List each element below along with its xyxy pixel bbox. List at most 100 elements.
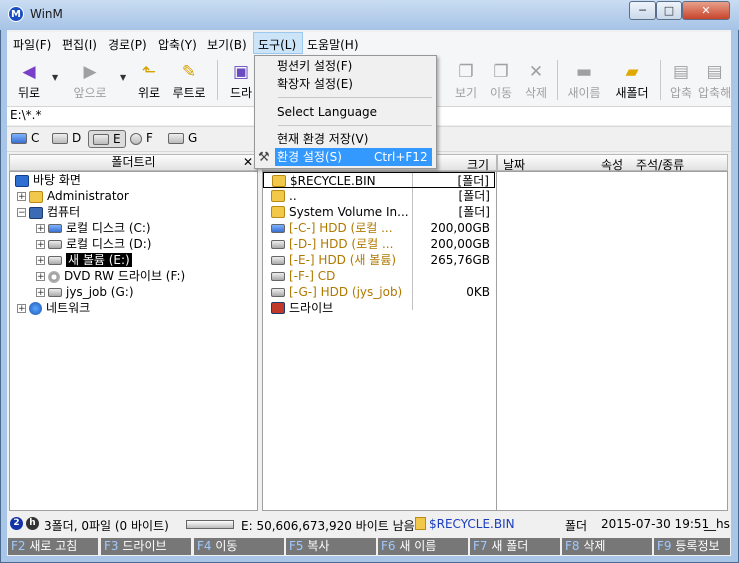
tree-close-icon[interactable]: ✕ xyxy=(243,155,253,169)
root-pencil-icon: ✎ xyxy=(181,62,197,82)
network-icon xyxy=(29,302,42,315)
f7-new-folder-button[interactable]: F7 새 폴더 xyxy=(470,538,560,555)
menu-compress[interactable]: 압축(Y) xyxy=(158,36,197,53)
minimize-button[interactable]: ─ xyxy=(629,1,656,20)
file-row[interactable]: $RECYCLE.BIN [폴더] xyxy=(263,172,495,188)
file-row[interactable]: [-F-] CD xyxy=(263,268,495,284)
menu-environment-settings[interactable]: 환경 설정(S) xyxy=(277,148,342,166)
expand-icon[interactable]: + xyxy=(36,224,45,234)
new-folder-button[interactable]: ▰ 새폴더 xyxy=(610,62,654,104)
move-icon: ❐ xyxy=(493,62,509,82)
menu-file[interactable]: 파일(F) xyxy=(13,36,51,53)
tree-item-administrator[interactable]: + Administrator xyxy=(17,188,129,204)
collapse-icon[interactable]: − xyxy=(17,208,26,218)
menu-save-environment[interactable]: 현재 환경 저장(V) xyxy=(277,130,368,148)
status-attributes: __hs xyxy=(704,517,730,531)
expand-icon[interactable]: + xyxy=(36,288,45,298)
drives-icon xyxy=(271,302,285,314)
dvd-drive-icon xyxy=(130,132,142,145)
menu-select-language[interactable]: Select Language xyxy=(277,103,377,121)
forward-arrow-icon: ▶ xyxy=(83,62,97,82)
f3-drive-button[interactable]: F3 드라이브 xyxy=(101,538,191,555)
menu-path[interactable]: 경로(P) xyxy=(108,36,147,53)
file-row[interactable]: 드라이브 xyxy=(263,300,495,316)
file-row[interactable]: System Volume In... [폴더] xyxy=(263,204,495,220)
drive-c[interactable]: C xyxy=(11,130,39,148)
rename-button[interactable]: ▬ 새이름 xyxy=(562,62,606,104)
menu-help[interactable]: 도움말(H) xyxy=(307,36,359,53)
tree-item-network[interactable]: + 네트워크 xyxy=(17,300,90,316)
expand-icon[interactable]: + xyxy=(36,272,45,282)
expand-icon[interactable]: + xyxy=(36,256,45,266)
root-button[interactable]: ✎ 루트로 xyxy=(167,62,211,104)
f9-properties-button[interactable]: F9 등록정보 xyxy=(654,538,730,555)
app-icon[interactable]: M xyxy=(8,6,24,22)
new-folder-label: 새폴더 xyxy=(615,86,649,100)
forward-button[interactable]: ▶ 앞으로 xyxy=(68,62,112,104)
rename-folder-icon: ▬ xyxy=(575,62,593,82)
drive-button[interactable]: ▣ 드라 xyxy=(226,62,256,104)
path-text: E:\*.* xyxy=(10,108,42,122)
menu-function-key-settings[interactable]: 펑션키 설정(F) xyxy=(277,57,352,75)
tree-item-drive-g[interactable]: + jys_job (G:) xyxy=(36,284,134,300)
tree-item-desktop[interactable]: 바탕 화면 xyxy=(15,172,81,188)
close-button[interactable]: ✕ xyxy=(682,1,730,20)
drive-d-list-icon xyxy=(271,240,285,249)
f5-copy-button[interactable]: F5 복사 xyxy=(286,538,376,555)
compress-icon: ▤ xyxy=(672,62,690,82)
drive-g-tree-icon xyxy=(48,288,62,297)
f6-rename-button[interactable]: F6 새 이름 xyxy=(378,538,468,555)
delete-x-icon: ✕ xyxy=(528,62,544,82)
badge-h-icon[interactable]: h xyxy=(26,517,39,530)
folder-icon xyxy=(271,206,285,218)
drive-c-list-icon xyxy=(271,224,285,233)
status-counts: 3폴더, 0파일 (0 바이트) xyxy=(44,519,169,533)
detail-list[interactable] xyxy=(497,171,728,511)
file-row[interactable]: [-D-] HDD (로컬 ... 200,00GB xyxy=(263,236,495,252)
drive-e[interactable]: E xyxy=(88,130,126,148)
expand-icon[interactable]: + xyxy=(17,192,26,202)
back-arrow-icon: ◀ xyxy=(22,62,36,82)
drive-f[interactable]: F xyxy=(130,130,153,148)
tree-item-computer[interactable]: − 컴퓨터 xyxy=(17,204,80,220)
tree-item-drive-d[interactable]: + 로컬 디스크 (D:) xyxy=(36,236,151,252)
tree-item-drive-f[interactable]: + DVD RW 드라이브 (F:) xyxy=(36,268,185,284)
drive-c-tree-icon xyxy=(48,224,62,233)
extract-button[interactable]: ▤ 압축해 xyxy=(698,62,731,104)
drive-d[interactable]: D xyxy=(52,130,81,148)
maximize-button[interactable]: □ xyxy=(656,1,682,20)
compress-button[interactable]: ▤ 압축 xyxy=(659,62,703,104)
up-button[interactable]: ⬑ 위로 xyxy=(127,62,171,104)
delete-button[interactable]: ✕ 삭제 xyxy=(514,62,558,104)
compress-label: 압축 xyxy=(669,86,693,100)
drive-g[interactable]: G xyxy=(168,130,197,148)
f8-delete-button[interactable]: F8 삭제 xyxy=(562,538,652,555)
back-dropdown-icon[interactable]: ▼ xyxy=(52,73,58,82)
menu-view[interactable]: 보기(B) xyxy=(207,36,247,53)
file-row[interactable]: [-E-] HDD (새 볼륨) 265,76GB xyxy=(263,252,495,268)
badge-2-icon[interactable]: 2 xyxy=(10,517,23,530)
delete-label: 삭제 xyxy=(524,86,548,100)
status-folder-icon xyxy=(415,517,426,530)
tree-item-drive-c[interactable]: + 로컬 디스크 (C:) xyxy=(36,220,151,236)
desktop-icon xyxy=(15,174,29,187)
expand-icon[interactable]: + xyxy=(36,240,45,250)
cd-drive-list-icon xyxy=(271,272,285,281)
menu-extension-settings[interactable]: 확장자 설정(E) xyxy=(277,75,353,93)
file-row[interactable]: [-C-] HDD (로컬 ... 200,00GB xyxy=(263,220,495,236)
parent-folder-icon xyxy=(271,190,285,202)
menu-edit[interactable]: 편집(I) xyxy=(62,36,97,53)
f4-move-button[interactable]: F4 이동 xyxy=(194,538,284,555)
menu-tools[interactable]: 도구(L) xyxy=(258,36,296,53)
root-label: 루트로 xyxy=(172,86,206,100)
f2-refresh-button[interactable]: F2 새로 고침 xyxy=(8,538,98,555)
file-row[interactable]: .. [폴더] xyxy=(263,188,495,204)
expand-icon[interactable]: + xyxy=(17,304,26,314)
drive-d-tree-icon xyxy=(48,240,62,249)
tree-item-drive-e[interactable]: + 새 볼륨 (E:) xyxy=(36,252,132,268)
forward-dropdown-icon[interactable]: ▼ xyxy=(120,73,126,82)
back-button[interactable]: ◀ 뒤로 xyxy=(7,62,51,104)
copy-icon: ❐ xyxy=(458,62,474,82)
file-row[interactable]: [-G-] HDD (jys_job) 0KB xyxy=(263,284,495,300)
up-arrow-icon: ⬑ xyxy=(141,62,157,82)
